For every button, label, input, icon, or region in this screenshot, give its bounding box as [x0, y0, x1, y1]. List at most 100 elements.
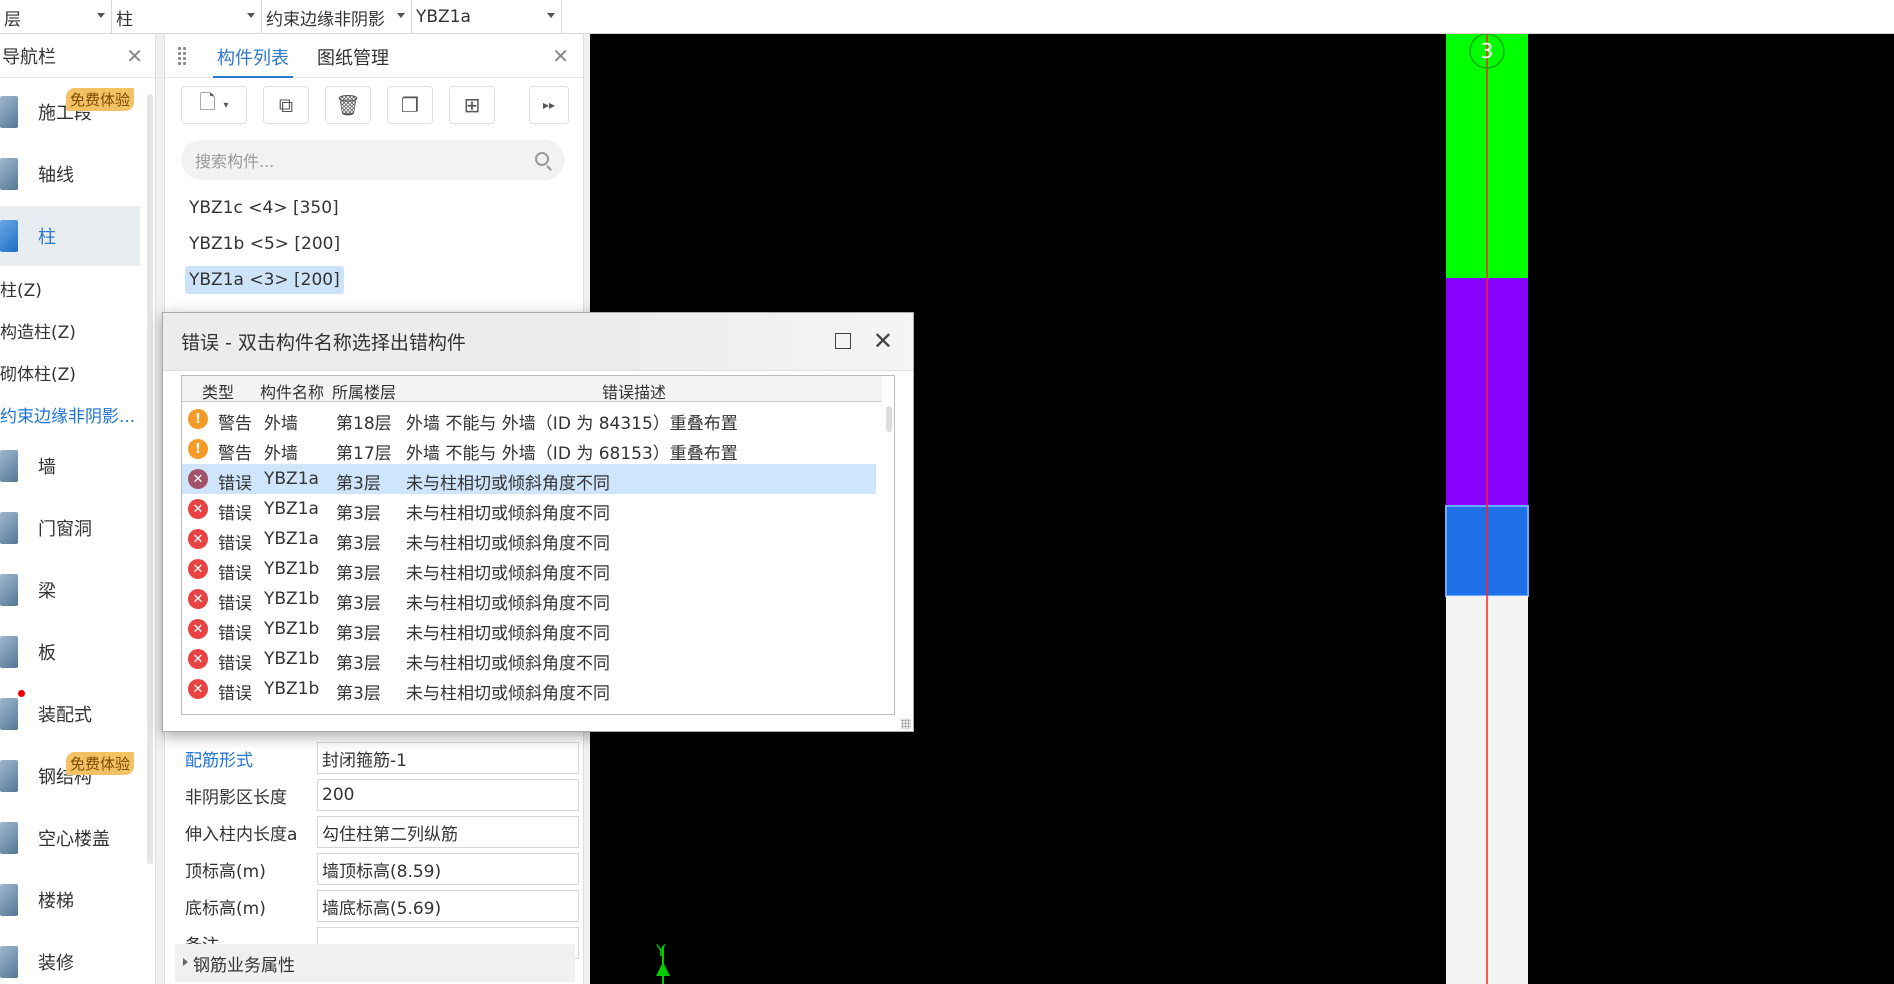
type-select[interactable]: 约束边缘非阴影	[262, 0, 412, 34]
close-icon[interactable]: ✕	[873, 327, 893, 355]
error-grid: 类型 构件名称 所属楼层 错误描述 ! 警告 外墙 第18层 外墙 不能与 外墙（ID …	[181, 375, 895, 715]
nav-sub-constraint-edge[interactable]: 约束边缘非阴影...	[0, 402, 135, 427]
cell-desc: 未与柱相切或倾斜角度不同	[406, 504, 610, 524]
table-row[interactable]: ! 警告 外墙 第18层 外墙 不能与 外墙（ID 为 84315）重叠布置	[182, 404, 876, 434]
nav-item-decoration[interactable]: 装修	[0, 932, 140, 984]
nav-sub-column-z[interactable]: 柱(Z)	[0, 276, 42, 301]
cell-floor: 第3层	[336, 504, 381, 524]
steel-structure-icon	[0, 760, 18, 792]
nav-item-hollow-floor[interactable]: 空心楼盖	[0, 808, 140, 868]
nav-title: 导航栏	[2, 46, 56, 68]
component-search-input[interactable]: 搜索构件...	[181, 140, 565, 180]
stairs-icon	[0, 884, 18, 916]
cell-desc: 未与柱相切或倾斜角度不同	[406, 654, 610, 674]
free-trial-badge: 免费体验	[66, 752, 135, 775]
component-tabs: 构件列表 图纸管理 ✕	[165, 34, 583, 78]
column-header-description[interactable]: 错误描述	[602, 379, 666, 403]
error-icon: ✕	[188, 589, 208, 609]
category-select[interactable]: 柱	[112, 0, 262, 34]
more-button[interactable]: ▸▸	[529, 86, 569, 124]
warning-icon: !	[188, 439, 208, 459]
drag-handle-icon[interactable]	[177, 46, 187, 66]
table-row[interactable]: ✕ 错误 YBZ1a 第3层 未与柱相切或倾斜角度不同	[182, 494, 876, 524]
nav-sub-masonry-column[interactable]: 砌体柱(Z)	[0, 360, 76, 385]
property-value[interactable]: 200	[317, 779, 579, 811]
close-icon[interactable]: ✕	[126, 44, 143, 68]
nav-item-wall[interactable]: 墙	[0, 436, 140, 496]
cell-name: YBZ1b	[264, 619, 320, 639]
list-item[interactable]: YBZ1b <5> [200]	[185, 230, 344, 258]
table-row[interactable]: ✕ 错误 YBZ1a 第3层 未与柱相切或倾斜角度不同	[182, 464, 876, 494]
column-header-floor[interactable]: 所属楼层	[332, 379, 396, 403]
copy-button[interactable]: ⧉	[263, 86, 309, 124]
property-value[interactable]: 墙底标高(5.69)	[317, 890, 579, 922]
nav-item-prefab[interactable]: 装配式	[0, 684, 140, 744]
cell-name: YBZ1a	[264, 529, 319, 549]
y-axis-arrow-icon	[656, 962, 670, 976]
expand-icon	[183, 958, 188, 966]
delete-button[interactable]: 🗑	[325, 86, 371, 124]
table-row[interactable]: ✕ 错误 YBZ1b 第3层 未与柱相切或倾斜角度不同	[182, 614, 876, 644]
column-header-type[interactable]: 类型	[202, 379, 234, 403]
error-icon: ✕	[188, 679, 208, 699]
construction-section-icon	[0, 96, 18, 128]
resize-handle-icon[interactable]	[901, 719, 911, 729]
maximize-icon[interactable]	[835, 333, 851, 349]
nav-item-construction-section[interactable]: 施工段 免费体验	[0, 82, 140, 142]
cell-type: 错误	[218, 474, 252, 494]
layer-copy-button[interactable]: ⊞	[449, 86, 495, 124]
y-axis-label: Y	[655, 941, 666, 960]
nav-item-openings[interactable]: 门窗洞	[0, 498, 140, 558]
table-row[interactable]: ✕ 错误 YBZ1b 第3层 未与柱相切或倾斜角度不同	[182, 674, 876, 704]
copy-icon: ⧉	[278, 93, 294, 117]
table-row[interactable]: ✕ 错误 YBZ1b 第3层 未与柱相切或倾斜角度不同	[182, 584, 876, 614]
new-component-button[interactable]: 🗋 ▾	[181, 86, 247, 124]
nav-item-column[interactable]: 柱	[0, 206, 140, 266]
cell-type: 错误	[218, 594, 252, 614]
slab-icon	[0, 636, 18, 668]
rebar-properties-section[interactable]: 钢筋业务属性	[175, 944, 575, 982]
cell-name: YBZ1b	[264, 589, 320, 609]
property-value[interactable]: 封闭箍筋-1	[317, 742, 579, 774]
cell-name: 外墙	[264, 414, 298, 434]
chevron-down-icon	[547, 13, 555, 18]
nav-item-slab[interactable]: 板	[0, 622, 140, 682]
cell-type: 错误	[218, 624, 252, 644]
cell-floor: 第3层	[336, 564, 381, 584]
dialog-title-bar[interactable]: 错误 - 双击构件名称选择出错构件 ✕	[163, 313, 913, 371]
nav-item-axis[interactable]: 轴线	[0, 144, 140, 204]
property-value[interactable]: 勾住柱第二列纵筋	[317, 816, 579, 848]
nav-item-steel[interactable]: 钢结构 免费体验	[0, 746, 140, 806]
nav-item-stairs[interactable]: 楼梯	[0, 870, 140, 930]
chevron-down-icon	[397, 13, 405, 18]
cell-floor: 第3层	[336, 594, 381, 614]
axis-label: 3	[1481, 39, 1494, 63]
nav-sub-constructional-column[interactable]: 构造柱(Z)	[0, 318, 76, 343]
table-row[interactable]: ✕ 错误 YBZ1b 第3层 未与柱相切或倾斜角度不同	[182, 554, 876, 584]
close-icon[interactable]: ✕	[552, 44, 569, 68]
duplicate-icon: ❐	[401, 93, 419, 117]
tab-component-list[interactable]: 构件列表	[213, 44, 293, 78]
tab-drawing-management[interactable]: 图纸管理	[317, 44, 389, 70]
list-item-selected[interactable]: YBZ1a <3> [200]	[185, 266, 344, 294]
table-row[interactable]: ! 警告 外墙 第17层 外墙 不能与 外墙（ID 为 68153）重叠布置	[182, 434, 876, 464]
nav-scrollbar[interactable]	[147, 94, 153, 864]
table-row[interactable]: ✕ 错误 YBZ1b 第3层 未与柱相切或倾斜角度不同	[182, 644, 876, 674]
wall-icon	[0, 450, 18, 482]
list-item[interactable]: YBZ1c <4> [350]	[185, 194, 343, 222]
top-toolbar: 层 柱 约束边缘非阴影 YBZ1a	[0, 0, 1894, 34]
nav-item-beam[interactable]: 梁	[0, 560, 140, 620]
table-row[interactable]: ✕ 错误 YBZ1a 第3层 未与柱相切或倾斜角度不同	[182, 524, 876, 554]
cell-name: 外墙	[264, 444, 298, 464]
column-header-name[interactable]: 构件名称	[260, 379, 324, 403]
cell-desc: 未与柱相切或倾斜角度不同	[406, 624, 610, 644]
grid-scrollbar[interactable]	[886, 406, 892, 432]
floor-select[interactable]: 层	[0, 0, 112, 34]
beam-icon	[0, 574, 18, 606]
cell-floor: 第17层	[336, 444, 392, 464]
component-select[interactable]: YBZ1a	[412, 0, 562, 34]
search-icon	[535, 152, 549, 166]
duplicate-button[interactable]: ❐	[387, 86, 433, 124]
property-value[interactable]: 墙顶标高(8.59)	[317, 853, 579, 885]
error-icon: ✕	[188, 469, 208, 489]
